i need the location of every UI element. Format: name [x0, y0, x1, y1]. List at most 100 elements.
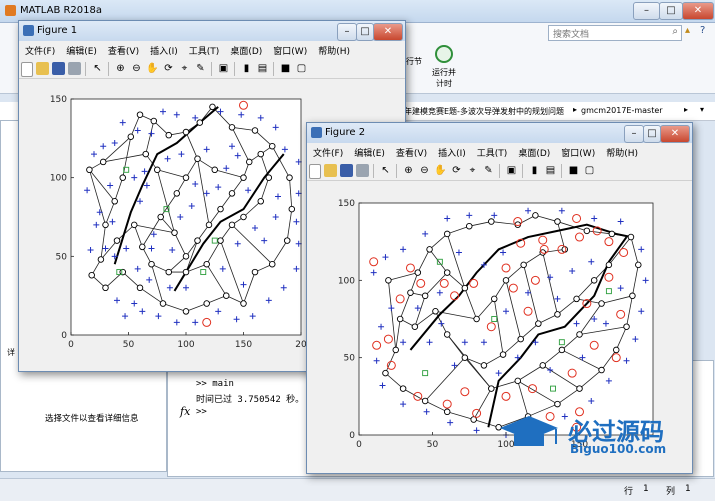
node-marker [182, 174, 190, 181]
menu-file[interactable]: 文件(F) [19, 41, 60, 57]
node-marker [488, 385, 495, 392]
show-tools-icon[interactable]: ▢ [583, 164, 596, 177]
help-icon[interactable]: ? [700, 25, 712, 39]
hide-tools-icon[interactable]: ■ [567, 164, 580, 177]
colorbar-icon[interactable]: ▮ [240, 62, 253, 75]
node-marker [627, 233, 635, 241]
node-marker [623, 323, 630, 330]
menu-help[interactable]: 帮助(H) [312, 41, 355, 57]
figure-1-close-button[interactable]: ✕ [373, 23, 403, 41]
bell-icon[interactable]: ▴ [685, 25, 697, 39]
brush-icon[interactable]: ✎ [482, 164, 495, 177]
new-figure-icon[interactable] [21, 62, 33, 77]
figure-1-menubar: 文件(F) 编辑(E) 查看(V) 插入(I) 工具(T) 桌面(D) 窗口(W) 帮助(H) [19, 41, 405, 59]
menu-help[interactable]: 帮助(H) [600, 143, 643, 159]
legend-icon[interactable]: ▤ [544, 164, 557, 177]
figure-1-title-bar[interactable]: Figure 1 – □ ✕ [19, 21, 405, 41]
node-marker [488, 218, 495, 225]
open-file-icon[interactable] [36, 62, 49, 75]
menu-window[interactable]: 窗口(W) [267, 41, 312, 57]
pan-icon[interactable]: ✋ [434, 164, 447, 177]
menu-insert[interactable]: 插入(I) [144, 41, 183, 57]
figure-1-maximize-button[interactable]: □ [356, 23, 374, 41]
node-marker [392, 346, 399, 354]
open-file-icon[interactable] [324, 164, 337, 177]
figure-2-close-button[interactable]: ✕ [660, 125, 690, 143]
run-and-time-button[interactable]: 运行并 计时 [430, 41, 458, 89]
y-tick-label: 0 [349, 431, 355, 441]
print-icon[interactable] [356, 164, 369, 177]
node-marker [136, 284, 144, 292]
menu-edit[interactable]: 编辑(E) [348, 143, 390, 159]
node-marker [240, 174, 247, 181]
menu-view[interactable]: 查看(V) [102, 41, 144, 57]
rotate-icon[interactable]: ⟳ [162, 62, 175, 75]
zoom-out-icon[interactable]: ⊖ [130, 62, 143, 75]
zoom-in-icon[interactable]: ⊕ [114, 62, 127, 75]
app-title: MATLAB R2018a [20, 5, 103, 16]
address-segment-2[interactable]: gmcm2017E-master [581, 106, 663, 115]
address-history-icon[interactable]: ▾ [700, 105, 704, 114]
figure-1-minimize-button[interactable]: – [337, 23, 357, 41]
link-plot-icon[interactable]: ▣ [505, 164, 518, 177]
brush-icon[interactable]: ✎ [194, 62, 207, 75]
node-marker [265, 174, 273, 181]
minimize-button[interactable]: – [633, 2, 660, 20]
menu-view[interactable]: 查看(V) [390, 143, 432, 159]
data-cursor-icon[interactable]: ⌖ [178, 62, 191, 75]
address-segment-1[interactable]: 年建模竞赛E题-多波次导弹发射中的规划问题 [404, 106, 564, 117]
print-icon[interactable] [68, 62, 81, 75]
node-marker [576, 331, 583, 338]
node-marker [257, 150, 264, 158]
colorbar-icon[interactable]: ▮ [528, 164, 541, 177]
node-marker [283, 237, 291, 244]
node-marker [490, 295, 498, 303]
search-box[interactable]: 搜索文档 ⌕ [548, 25, 682, 41]
node-marker [113, 237, 121, 244]
menu-window[interactable]: 窗口(W) [555, 143, 600, 159]
node-marker [130, 221, 138, 229]
legend-icon[interactable]: ▤ [256, 62, 269, 75]
search-input[interactable]: 搜索文档 [553, 27, 589, 40]
figure-2-title-bar[interactable]: Figure 2 – □ ✕ [307, 123, 692, 143]
menu-insert[interactable]: 插入(I) [432, 143, 471, 159]
x-tick-label: 0 [68, 340, 74, 350]
node-marker [119, 268, 126, 276]
show-tools-icon[interactable]: ▢ [295, 62, 308, 75]
close-button[interactable]: ✕ [682, 2, 714, 20]
save-icon[interactable] [52, 62, 65, 75]
save-icon[interactable] [340, 164, 353, 177]
figure-2-maximize-button[interactable]: □ [643, 125, 661, 143]
section-button[interactable]: 行节 [404, 53, 432, 83]
edit-plot-icon[interactable]: ↖ [379, 164, 392, 177]
zoom-out-icon[interactable]: ⊖ [418, 164, 431, 177]
maximize-button[interactable]: □ [659, 2, 683, 20]
data-cursor-icon[interactable]: ⌖ [466, 164, 479, 177]
node-marker [443, 230, 451, 238]
node-marker [228, 221, 236, 229]
pan-icon[interactable]: ✋ [146, 62, 159, 75]
edit-plot-icon[interactable]: ↖ [91, 62, 104, 75]
link-plot-icon[interactable]: ▣ [217, 62, 230, 75]
figure-2-minimize-button[interactable]: – [624, 125, 644, 143]
node-marker [99, 158, 107, 166]
menu-edit[interactable]: 编辑(E) [60, 41, 102, 57]
hide-tools-icon[interactable]: ■ [279, 62, 292, 75]
menu-file[interactable]: 文件(F) [307, 143, 348, 159]
y-tick-label: 0 [61, 331, 67, 341]
menu-tools[interactable]: 工具(T) [471, 143, 513, 159]
row-value: 1 [643, 484, 649, 494]
search-icon[interactable]: ⌕ [672, 26, 678, 37]
rotate-icon[interactable]: ⟳ [450, 164, 463, 177]
node-marker [86, 166, 93, 174]
menu-tools[interactable]: 工具(T) [183, 41, 225, 57]
new-figure-icon[interactable] [309, 164, 321, 179]
menu-desktop[interactable]: 桌面(D) [512, 143, 555, 159]
zoom-in-icon[interactable]: ⊕ [402, 164, 415, 177]
address-dropdown-icon[interactable]: ▸ [684, 105, 688, 114]
y-tick-label: 150 [50, 95, 67, 105]
node-marker [421, 397, 429, 405]
node-marker [443, 269, 451, 276]
fx-icon[interactable]: fx [180, 405, 190, 418]
menu-desktop[interactable]: 桌面(D) [224, 41, 267, 57]
